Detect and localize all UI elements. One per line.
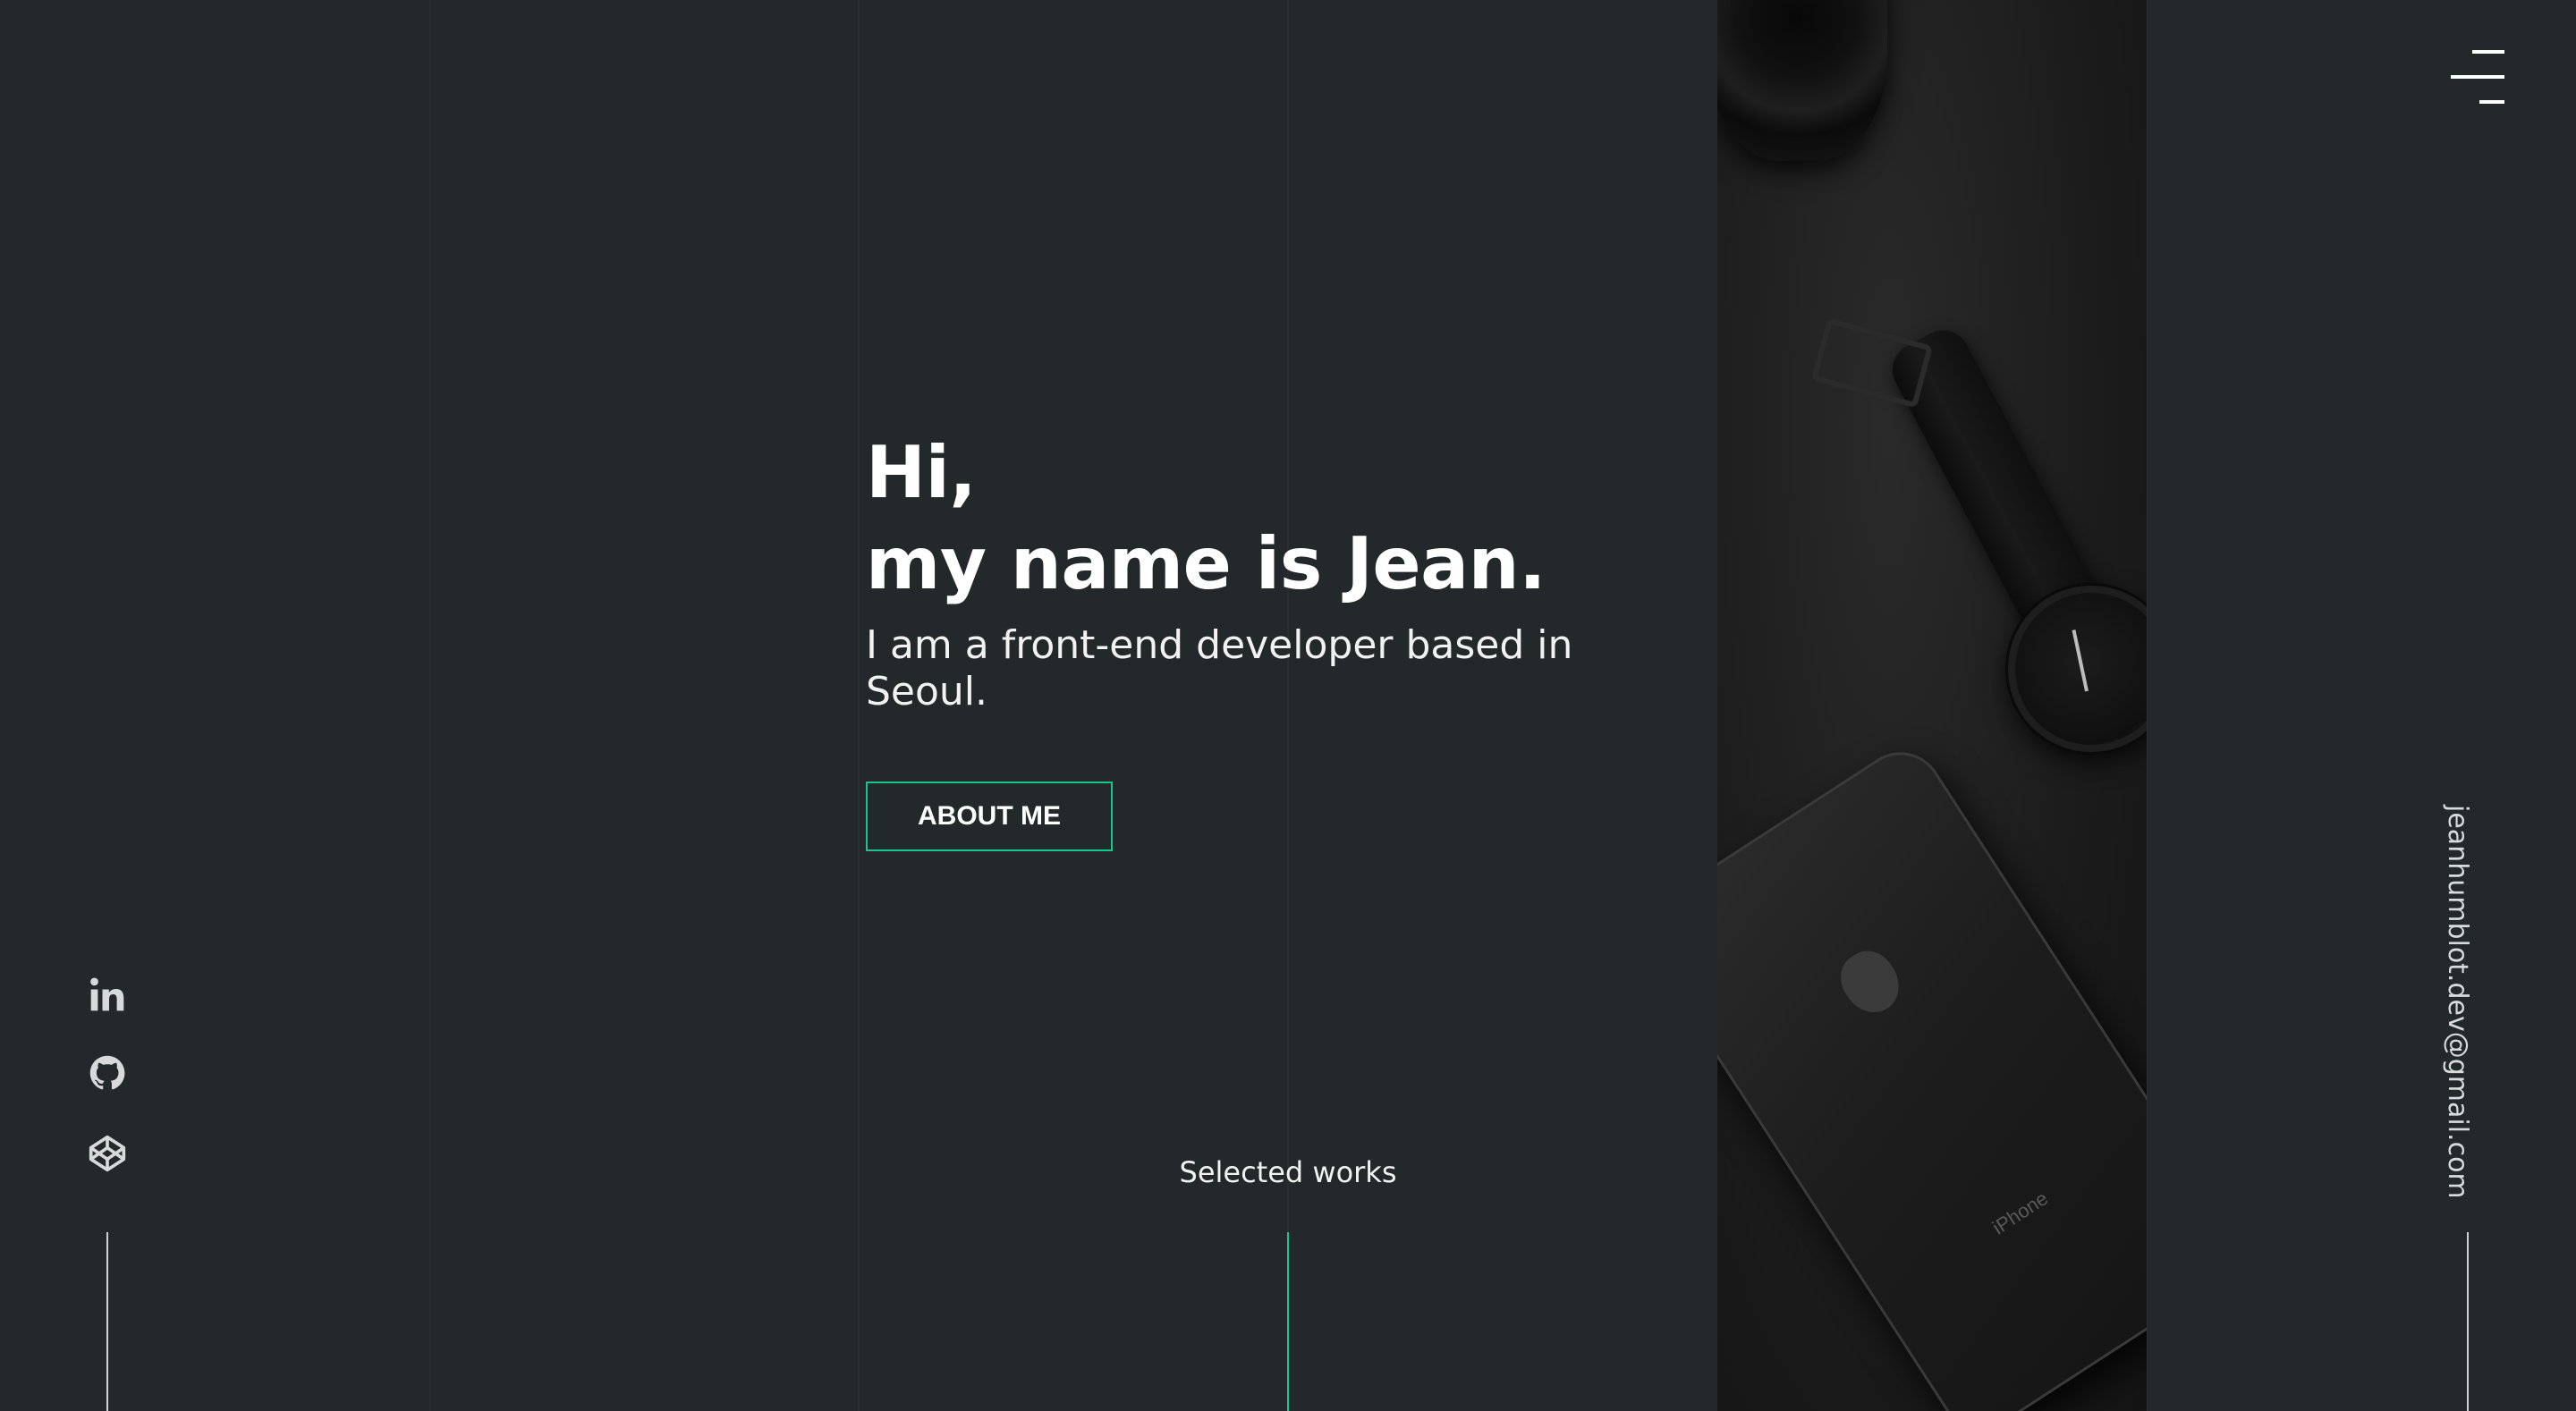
linkedin-icon-graphic [90,977,124,1011]
hamburger-menu-icon[interactable] [2451,50,2504,107]
menu-line [2472,50,2504,54]
codepen-icon[interactable] [86,1132,129,1175]
email-link[interactable]: jeanhumblot.dev@gmail.com [2442,805,2473,1199]
left-divider-line [106,1232,108,1411]
hero-photo: iPhone [1717,0,2147,1411]
grid-line [858,0,860,1411]
scroll-indicator-line [1287,1232,1289,1411]
github-icon-graphic [89,1055,125,1090]
hero: Hi, my name is Jean. I am a front-end de… [866,427,1671,715]
right-divider-line [2467,1232,2469,1411]
menu-line [2451,75,2504,79]
codepen-icon-graphic [89,1135,126,1172]
selected-works-link[interactable]: Selected works [1109,1155,1467,1189]
greeting-line-2: my name is Jean. [866,522,1546,605]
menu-line [2479,100,2504,104]
hero-heading: Hi, my name is Jean. [866,427,1671,610]
github-icon[interactable] [86,1052,129,1094]
phone-label: iPhone [1987,1187,2053,1239]
linkedin-icon[interactable] [86,973,129,1016]
about-me-button[interactable]: ABOUT ME [866,782,1113,851]
apple-logo-icon [1830,941,1911,1024]
hero-subtitle: I am a front-end developer based in Seou… [866,622,1573,714]
greeting-line-1: Hi, [866,431,977,514]
grid-line [429,0,431,1411]
phone-image: iPhone [1717,735,2147,1411]
watch-hand [2072,629,2089,692]
page: iPhone Hi, my name is Jean. I am a front… [0,0,2576,1411]
watch-buckle-image [1810,317,1934,409]
camera-lens-image [1717,0,1887,161]
